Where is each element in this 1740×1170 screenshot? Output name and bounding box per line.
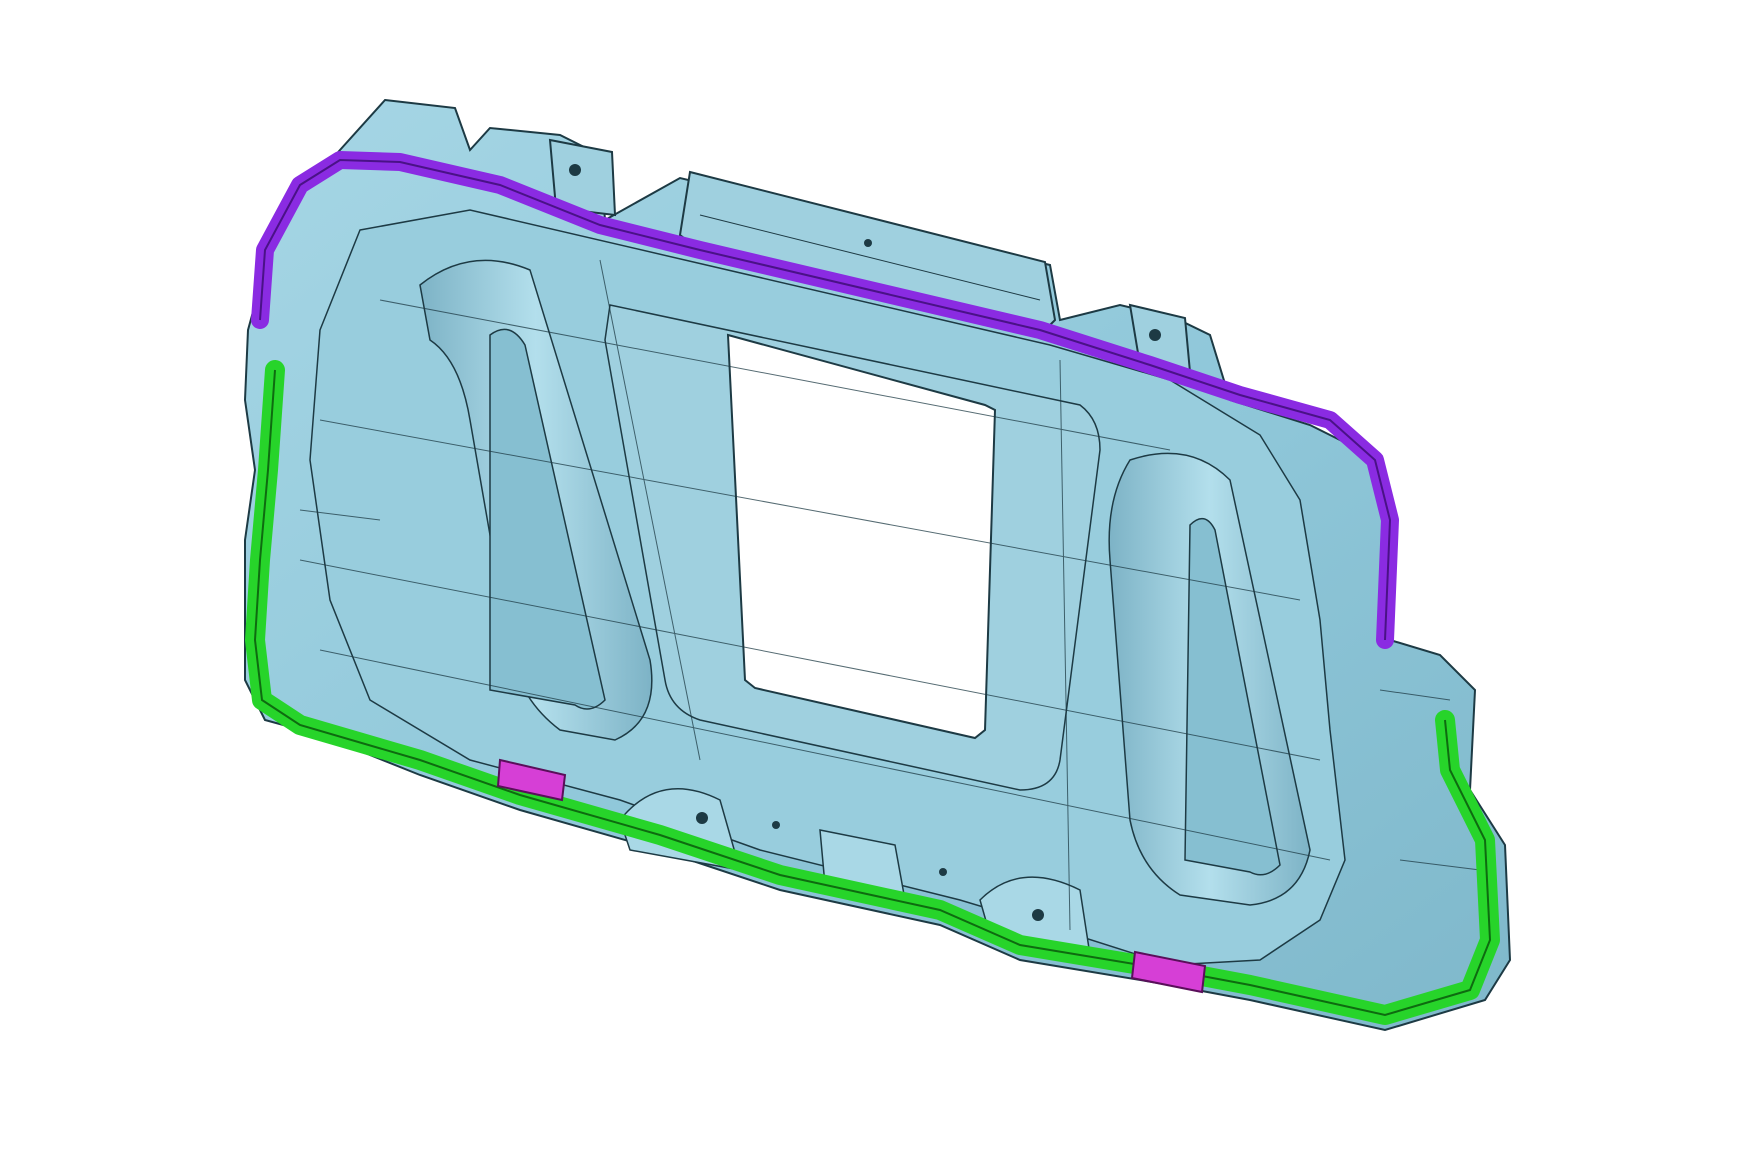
bracket-hole-right — [1149, 329, 1161, 341]
cad-part-drawing — [243, 98, 1512, 1032]
bracket-hole-left — [569, 164, 581, 176]
pad-hole — [772, 821, 780, 829]
boss-hole-left — [696, 812, 708, 824]
pad-hole-2 — [939, 868, 947, 876]
cad-viewport — [0, 0, 1740, 1170]
boss-hole-right — [1032, 909, 1044, 921]
flange-hole — [864, 239, 872, 247]
